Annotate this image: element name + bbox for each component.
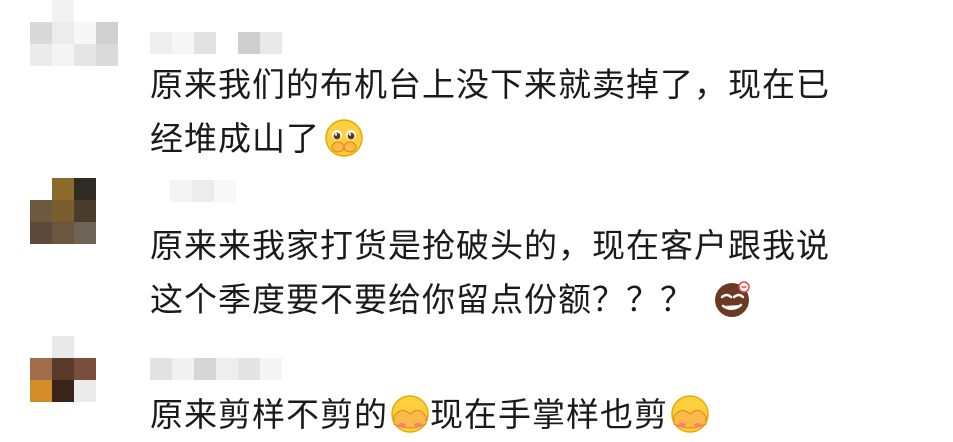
avatar-pixel	[96, 402, 118, 424]
username-blur-pixel	[194, 32, 216, 54]
avatar-pixel	[74, 66, 96, 88]
avatar-pixel	[96, 200, 118, 222]
avatar-pixel	[96, 358, 118, 380]
avatar-pixel	[30, 0, 52, 22]
avatar-pixel	[96, 44, 118, 66]
username-blur-pixel	[170, 180, 192, 202]
avatar-pixel	[74, 178, 96, 200]
avatar-pixel	[52, 0, 74, 22]
avatar[interactable]	[30, 0, 118, 88]
username-blur-pixel	[238, 358, 260, 380]
comment-text-segment: 现在手掌样也剪	[430, 395, 668, 434]
comment-text: 原来我们的布机台上没下来就卖掉了，现在已 经堆成山了	[150, 58, 910, 166]
avatar-pixel	[96, 22, 118, 44]
avatar-pixel	[52, 402, 74, 424]
avatar-pixel	[74, 336, 96, 358]
username-blurred[interactable]	[150, 358, 282, 380]
username-blur-pixel	[260, 358, 282, 380]
username-blur-pixel	[172, 32, 194, 54]
avatar-pixel	[30, 336, 52, 358]
avatar-pixel	[96, 336, 118, 358]
avatar-pixel	[30, 178, 52, 200]
comment-text-line: 原来剪样不剪的 现在手掌样也剪	[150, 388, 910, 442]
avatar-pixel	[30, 222, 52, 244]
username-blur-pixel	[260, 32, 282, 54]
avatar-pixel	[52, 244, 74, 266]
comment-text-line: 原来来我家打货是抢破头的，现在客户跟我说	[150, 226, 830, 265]
avatar-pixel	[30, 66, 52, 88]
comment-text: 原来来我家打货是抢破头的，现在客户跟我说 这个季度要不要给你留点份额？？？	[150, 219, 910, 327]
avatar-pixel	[30, 402, 52, 424]
comment-text-segment: 原来剪样不剪的	[150, 395, 388, 434]
avatar-pixel	[30, 244, 52, 266]
avatar-pixel	[74, 402, 96, 424]
avatar-pixel	[52, 22, 74, 44]
facepalm-face-icon	[390, 394, 430, 434]
facepalm-face-icon	[670, 394, 710, 434]
username-blur-pixel	[192, 180, 214, 202]
comment-text-segment: 经堆成山了	[150, 119, 320, 158]
smirk-face-icon	[712, 279, 752, 319]
avatar-pixel	[30, 200, 52, 222]
comment-text: 原来剪样不剪的 现在手掌样也剪	[150, 388, 910, 442]
comment-text-line: 这个季度要不要给你留点份额？？？	[150, 273, 910, 327]
avatar-pixel	[74, 358, 96, 380]
avatar-pixel	[96, 380, 118, 402]
comment-text-line: 原来我们的布机台上没下来就卖掉了，现在已	[150, 65, 830, 104]
avatar-pixel	[30, 44, 52, 66]
avatar-pixel	[74, 380, 96, 402]
avatar-pixel	[74, 200, 96, 222]
avatar-pixel	[52, 44, 74, 66]
avatar-pixel	[96, 0, 118, 22]
username-blur-pixel	[214, 180, 236, 202]
avatar[interactable]	[30, 178, 118, 266]
username-blur-pixel	[150, 32, 172, 54]
avatar-pixel	[52, 380, 74, 402]
avatar-pixel	[96, 178, 118, 200]
avatar-pixel	[30, 380, 52, 402]
avatar-pixel	[74, 22, 96, 44]
username-blur-pixel	[194, 358, 216, 380]
avatar-pixel	[74, 244, 96, 266]
username-blurred[interactable]	[150, 32, 282, 54]
avatar-pixel	[96, 222, 118, 244]
username-blur-pixel	[172, 358, 194, 380]
username-blur-pixel	[216, 32, 238, 54]
avatar-pixel	[96, 66, 118, 88]
avatar-pixel	[52, 178, 74, 200]
avatar-pixel	[52, 336, 74, 358]
username-blur-pixel	[238, 32, 260, 54]
comment-text-line: 经堆成山了	[150, 112, 910, 166]
pleading-face-icon	[324, 118, 364, 158]
avatar-pixel	[52, 358, 74, 380]
avatar-pixel	[52, 200, 74, 222]
comment-text-segment: 这个季度要不要给你留点份额？？？	[150, 280, 694, 319]
username-blur-pixel	[150, 358, 172, 380]
avatar[interactable]	[30, 336, 118, 424]
avatar-pixel	[96, 244, 118, 266]
avatar-pixel	[74, 0, 96, 22]
avatar-pixel	[52, 222, 74, 244]
avatar-pixel	[74, 222, 96, 244]
username-blur-pixel	[216, 358, 238, 380]
avatar-pixel	[52, 66, 74, 88]
avatar-pixel	[30, 22, 52, 44]
avatar-pixel	[30, 358, 52, 380]
username-blurred[interactable]	[170, 180, 236, 202]
avatar-pixel	[74, 44, 96, 66]
